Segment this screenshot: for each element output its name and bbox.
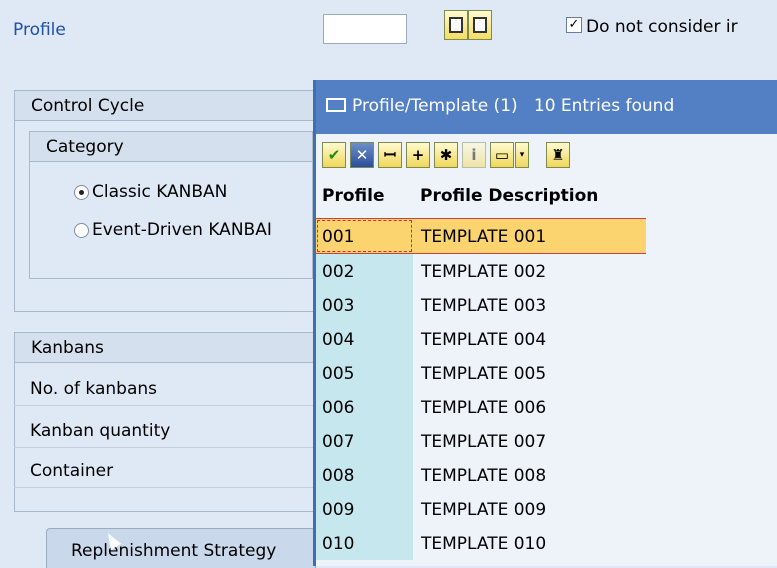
event-driven-kanban-label: Event-Driven KANBAI bbox=[92, 220, 272, 240]
copy-icon bbox=[449, 17, 463, 33]
kanbans-title: Kanbans bbox=[15, 333, 313, 363]
control-cycle-group: Control Cycle Category Classic KANBAN Ev… bbox=[14, 90, 314, 312]
description-cell[interactable]: TEMPLATE 007 bbox=[413, 424, 646, 458]
no-of-kanbans-field: No. of kanbans bbox=[14, 372, 314, 406]
table-row[interactable]: 007 TEMPLATE 007 bbox=[316, 424, 646, 458]
profile-cell[interactable]: 001 bbox=[316, 219, 413, 253]
category-title: Category bbox=[30, 132, 312, 162]
profile-cell[interactable]: 008 bbox=[316, 458, 413, 492]
multiple-select-icon[interactable]: ✱ bbox=[434, 142, 458, 168]
table-row[interactable]: 005 TEMPLATE 005 bbox=[316, 356, 646, 390]
table-row[interactable]: 003 TEMPLATE 003 bbox=[316, 288, 646, 322]
popup-toolbar: ✔ ✕ ꟷ + ✱ i ▭ ▾ ♜ bbox=[316, 134, 777, 174]
print-icon[interactable]: ▭ bbox=[490, 142, 514, 168]
profile-cell[interactable]: 006 bbox=[316, 390, 413, 424]
find-next-icon[interactable]: + bbox=[406, 142, 430, 168]
popup-title: Profile/Template (1) bbox=[352, 96, 518, 116]
table-row[interactable]: 004 TEMPLATE 004 bbox=[316, 322, 646, 356]
description-cell[interactable]: TEMPLATE 006 bbox=[413, 390, 646, 424]
column-header-description[interactable]: Profile Description bbox=[420, 186, 598, 206]
container-field: Container bbox=[14, 454, 314, 488]
column-header-profile[interactable]: Profile bbox=[322, 186, 384, 206]
classic-kanban-label: Classic KANBAN bbox=[92, 182, 228, 202]
description-cell[interactable]: TEMPLATE 005 bbox=[413, 356, 646, 390]
profile-cell[interactable]: 009 bbox=[316, 492, 413, 526]
profile-input[interactable] bbox=[323, 14, 407, 44]
template-button[interactable] bbox=[468, 10, 492, 40]
description-cell[interactable]: TEMPLATE 008 bbox=[413, 458, 646, 492]
copy-profile-button[interactable] bbox=[444, 10, 468, 40]
profile-cell[interactable]: 005 bbox=[316, 356, 413, 390]
find-icon[interactable]: ꟷ bbox=[378, 142, 402, 168]
document-icon bbox=[473, 17, 487, 33]
category-group: Category Classic KANBAN Event-Driven KAN… bbox=[29, 131, 313, 279]
popup-title-bar: Profile/Template (1) 10 Entries found bbox=[316, 80, 777, 134]
description-cell[interactable]: TEMPLATE 004 bbox=[413, 322, 646, 356]
classic-kanban-radio[interactable]: Classic KANBAN bbox=[74, 182, 228, 202]
stamp-icon[interactable]: ♜ bbox=[546, 142, 570, 168]
description-cell[interactable]: TEMPLATE 009 bbox=[413, 492, 646, 526]
checkmark-icon[interactable]: ✔ bbox=[322, 142, 346, 168]
control-cycle-title: Control Cycle bbox=[15, 91, 313, 121]
do-not-consider-label: Do not consider ir bbox=[586, 17, 738, 37]
radio-unselected-icon bbox=[74, 223, 89, 238]
table-row[interactable]: 008 TEMPLATE 008 bbox=[316, 458, 646, 492]
table-row[interactable]: 002 TEMPLATE 002 bbox=[316, 254, 646, 288]
table-header: Profile Profile Description bbox=[316, 180, 646, 216]
profile-cell[interactable]: 004 bbox=[316, 322, 413, 356]
table-row[interactable]: 010 TEMPLATE 010 bbox=[316, 526, 646, 560]
profile-cell[interactable]: 010 bbox=[316, 526, 413, 560]
description-cell[interactable]: TEMPLATE 003 bbox=[413, 288, 646, 322]
do-not-consider-checkbox[interactable]: ✓ bbox=[566, 17, 582, 33]
radio-selected-icon bbox=[74, 185, 89, 200]
profile-cell[interactable]: 002 bbox=[316, 254, 413, 288]
profile-cell[interactable]: 003 bbox=[316, 288, 413, 322]
tab-replenishment-strategy[interactable]: Replenishment Strategy bbox=[46, 528, 316, 568]
description-cell[interactable]: TEMPLATE 001 bbox=[413, 219, 646, 253]
table-row[interactable]: 009 TEMPLATE 009 bbox=[316, 492, 646, 526]
table-row[interactable]: 006 TEMPLATE 006 bbox=[316, 390, 646, 424]
profile-cell[interactable]: 007 bbox=[316, 424, 413, 458]
kanban-quantity-field: Kanban quantity bbox=[14, 414, 314, 448]
profile-label: Profile bbox=[13, 20, 66, 40]
close-icon[interactable]: ✕ bbox=[350, 142, 374, 168]
description-cell[interactable]: TEMPLATE 002 bbox=[413, 254, 646, 288]
table-row[interactable]: 001 TEMPLATE 001 bbox=[316, 219, 646, 253]
description-cell[interactable]: TEMPLATE 010 bbox=[413, 526, 646, 560]
event-driven-kanban-radio[interactable]: Event-Driven KANBAI bbox=[74, 220, 272, 240]
profile-template-popup: Profile/Template (1) 10 Entries found ✔ … bbox=[313, 80, 777, 566]
entries-found-label: 10 Entries found bbox=[533, 96, 675, 116]
information-icon[interactable]: i bbox=[462, 142, 486, 168]
dropdown-arrow-icon[interactable]: ▾ bbox=[515, 142, 529, 168]
window-icon bbox=[326, 98, 346, 112]
